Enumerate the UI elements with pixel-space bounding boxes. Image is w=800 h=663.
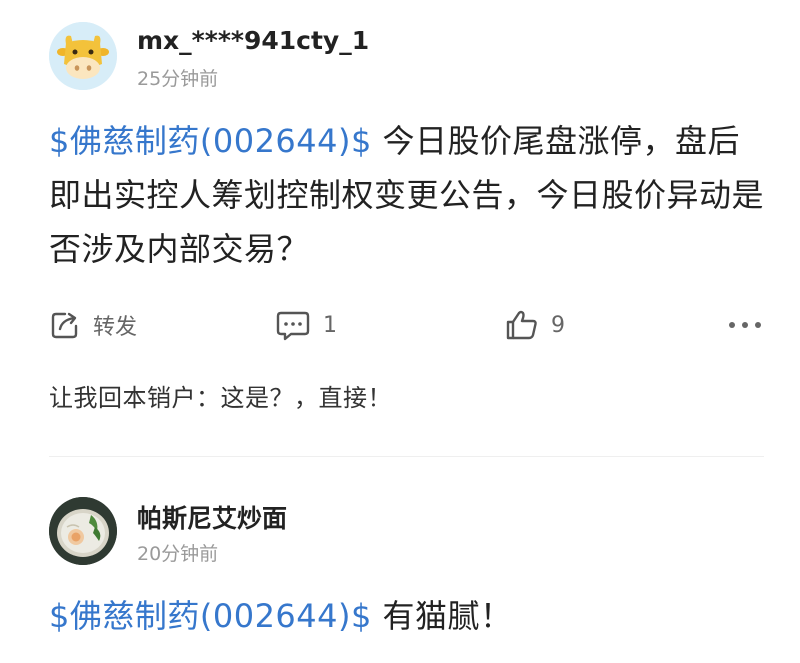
- comment-button[interactable]: 1: [275, 303, 337, 347]
- username[interactable]: mx_****941cty_1: [137, 26, 369, 55]
- repost-button[interactable]: 转发: [49, 303, 137, 347]
- food-photo-avatar[interactable]: [49, 497, 117, 565]
- thumbs-up-icon: [506, 310, 537, 340]
- username[interactable]: 帕斯尼艾炒面: [137, 499, 287, 535]
- stock-tag-link[interactable]: $佛慈制药(002644)$: [49, 122, 372, 160]
- like-count: 9: [551, 312, 565, 338]
- repost-label: 转发: [93, 315, 138, 340]
- post-action-bar: 转发 1 9: [49, 303, 764, 347]
- cow-avatar-icon[interactable]: [49, 22, 117, 90]
- divider: [49, 456, 764, 457]
- more-dots-icon: [729, 322, 761, 328]
- post-text: 有猫腻！: [371, 597, 513, 635]
- comment-icon: [276, 311, 310, 341]
- reply-preview[interactable]: 让我回本销户：这是？，直接！: [49, 378, 392, 413]
- repost-icon: [51, 312, 78, 339]
- more-options-button[interactable]: [727, 303, 763, 347]
- comment-count: 1: [323, 312, 337, 338]
- stock-tag-link[interactable]: $佛慈制药(002644)$: [49, 597, 372, 635]
- post-content: $佛慈制药(002644)$ 今日股价尾盘涨停，盘后即出实控人筹划控制权变更公告…: [49, 114, 764, 276]
- like-button[interactable]: 9: [505, 303, 565, 347]
- post-time: 25分钟前: [137, 68, 219, 90]
- post-time: 20分钟前: [137, 543, 219, 565]
- post-content: $佛慈制药(002644)$ 有猫腻！: [49, 589, 764, 643]
